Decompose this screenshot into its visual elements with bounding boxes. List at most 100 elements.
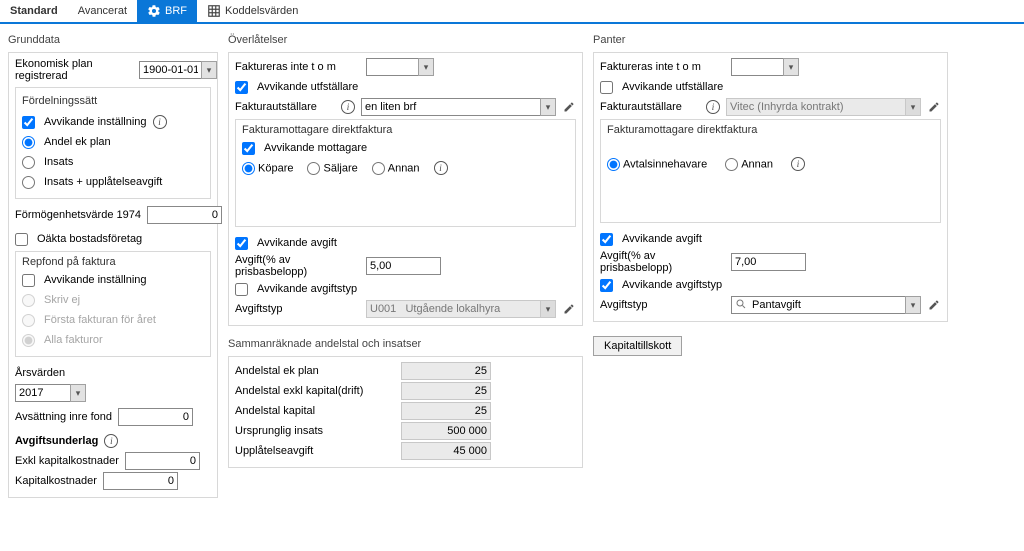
info-icon[interactable]: i	[153, 115, 167, 129]
info-icon[interactable]: i	[341, 100, 355, 114]
tab-koddelsvarden-label: Koddelsvärden	[225, 5, 298, 17]
tab-brf[interactable]: BRF	[137, 0, 197, 22]
info-icon[interactable]: i	[706, 100, 720, 114]
ov-avgift-pct-label: Avgift(% av prisbasbelopp)	[235, 254, 360, 278]
skriv-ej-radio	[22, 294, 35, 307]
repfond-avvikande-checkbox[interactable]	[22, 274, 35, 287]
ov-annan-label: Annan	[388, 162, 420, 174]
arsvarden-select[interactable]	[15, 384, 70, 402]
avsattning-label: Avsättning inre fond	[15, 411, 112, 423]
tab-avancerat-label: Avancerat	[78, 5, 127, 17]
chevron-down-icon: ▾	[905, 98, 921, 116]
edit-icon[interactable]	[927, 298, 941, 312]
chevron-down-icon[interactable]: ▾	[783, 58, 799, 76]
grid-icon	[207, 4, 221, 18]
ov-avgift-pct-input[interactable]	[366, 257, 441, 275]
ursprunglig-label: Ursprunglig insats	[235, 425, 395, 437]
alla-fakturor-label: Alla fakturor	[44, 334, 103, 346]
panter-title: Panter	[593, 32, 948, 46]
kopare-radio[interactable]	[242, 162, 255, 175]
ov-annan-radio[interactable]	[372, 162, 385, 175]
pa-annan-radio[interactable]	[725, 158, 738, 171]
pa-avvikande-utfstallare-label: Avvikande utfställare	[622, 81, 723, 93]
tab-avancerat[interactable]: Avancerat	[68, 0, 137, 22]
tab-standard[interactable]: Standard	[0, 0, 68, 22]
ov-faktureras-input[interactable]	[366, 58, 418, 76]
oakta-label: Oäkta bostadsföretag	[37, 233, 142, 245]
saljare-label: Säljare	[323, 162, 357, 174]
pa-avgiftstyp-input[interactable]	[731, 296, 905, 314]
search-icon	[735, 298, 747, 313]
formogenhetsvarde-input[interactable]	[147, 206, 222, 224]
overlatelser-title: Överlåtelser	[228, 32, 583, 46]
grunddata-title: Grunddata	[8, 32, 218, 46]
ekonomisk-plan-date[interactable]	[139, 61, 201, 79]
avtalsinnehavare-radio[interactable]	[607, 158, 620, 171]
pa-avvikande-avgiftstyp-checkbox[interactable]	[600, 279, 613, 292]
kopare-label: Köpare	[258, 162, 293, 174]
andelstal-exkl-value	[401, 382, 491, 400]
ursprunglig-value	[401, 422, 491, 440]
ov-faktureras-label: Faktureras inte t o m	[235, 61, 360, 73]
andel-ek-plan-radio[interactable]	[22, 136, 35, 149]
insats-radio[interactable]	[22, 156, 35, 169]
ov-avgiftstyp-label: Avgiftstyp	[235, 303, 360, 315]
kap-input[interactable]	[103, 472, 178, 490]
ov-fakturautstallare-label: Fakturautställare	[235, 101, 335, 113]
ov-avvikande-avgift-label: Avvikande avgift	[257, 237, 337, 249]
pa-avvikande-avgift-checkbox[interactable]	[600, 233, 613, 246]
info-icon[interactable]: i	[791, 157, 805, 171]
kapitaltillskott-button[interactable]: Kapitaltillskott	[593, 336, 682, 356]
insats-upplatelse-label: Insats + upplåtelseavgift	[44, 176, 162, 188]
avvikande-installning-label: Avvikande inställning	[44, 116, 147, 128]
andelstal-ek-plan-value	[401, 362, 491, 380]
andelstal-exkl-label: Andelstal exkl kapital(drift)	[235, 385, 395, 397]
pa-avgift-pct-label: Avgift(% av prisbasbelopp)	[600, 250, 725, 274]
pa-annan-label: Annan	[741, 158, 773, 170]
ov-fakturautstallare-input[interactable]	[361, 98, 540, 116]
info-icon[interactable]: i	[434, 161, 448, 175]
upplatelse-label: Upplåtelseavgift	[235, 445, 395, 457]
ov-avgiftstyp-input	[366, 300, 540, 318]
exkl-kap-input[interactable]	[125, 452, 200, 470]
chevron-down-icon[interactable]: ▾	[540, 98, 556, 116]
avvikande-installning-checkbox[interactable]	[22, 116, 35, 129]
avtalsinnehavare-label: Avtalsinnehavare	[623, 158, 707, 170]
ov-avvikande-mottagare-checkbox[interactable]	[242, 142, 255, 155]
pa-avvikande-utfstallare-checkbox[interactable]	[600, 81, 613, 94]
tab-koddelsvarden[interactable]: Koddelsvärden	[197, 0, 308, 22]
insats-upplatelse-radio[interactable]	[22, 176, 35, 189]
chevron-down-icon[interactable]: ▾	[418, 58, 434, 76]
oakta-checkbox[interactable]	[15, 233, 28, 246]
edit-icon[interactable]	[562, 100, 576, 114]
date-dropdown-icon[interactable]: ▾	[201, 61, 217, 79]
avsattning-input[interactable]	[118, 408, 193, 426]
info-icon[interactable]: i	[104, 434, 118, 448]
chevron-down-icon: ▾	[540, 300, 556, 318]
alla-fakturor-radio	[22, 334, 35, 347]
pa-avvikande-avgiftstyp-label: Avvikande avgiftstyp	[622, 279, 722, 291]
pa-faktureras-label: Faktureras inte t o m	[600, 61, 725, 73]
arsvarden-dropdown-icon[interactable]: ▾	[70, 384, 86, 402]
pa-fakturautstallare-input	[726, 98, 905, 116]
pa-faktureras-input[interactable]	[731, 58, 783, 76]
edit-icon[interactable]	[562, 302, 576, 316]
ov-avvikande-avgift-checkbox[interactable]	[235, 237, 248, 250]
andelstal-kap-value	[401, 402, 491, 420]
chevron-down-icon[interactable]: ▾	[905, 296, 921, 314]
saljare-radio[interactable]	[307, 162, 320, 175]
ov-avvikande-utfstallare-checkbox[interactable]	[235, 81, 248, 94]
ov-avvikande-utfstallare-label: Avvikande utfställare	[257, 81, 358, 93]
sammanraknade-title: Sammanräknade andelstal och insatser	[228, 336, 583, 350]
arsvarden-label: Årsvärden	[15, 367, 65, 379]
tab-brf-label: BRF	[165, 5, 187, 17]
exkl-kap-label: Exkl kapitalkostnader	[15, 455, 119, 467]
ov-avvikande-avgiftstyp-checkbox[interactable]	[235, 283, 248, 296]
tab-bar: Standard Avancerat BRF Koddelsvärden	[0, 0, 1024, 24]
pa-avgift-pct-input[interactable]	[731, 253, 806, 271]
upplatelse-value	[401, 442, 491, 460]
edit-icon[interactable]	[927, 100, 941, 114]
andelstal-ek-plan-label: Andelstal ek plan	[235, 365, 395, 377]
pa-fakturautstallare-label: Fakturautställare	[600, 101, 700, 113]
andel-ek-plan-label: Andel ek plan	[44, 136, 111, 148]
